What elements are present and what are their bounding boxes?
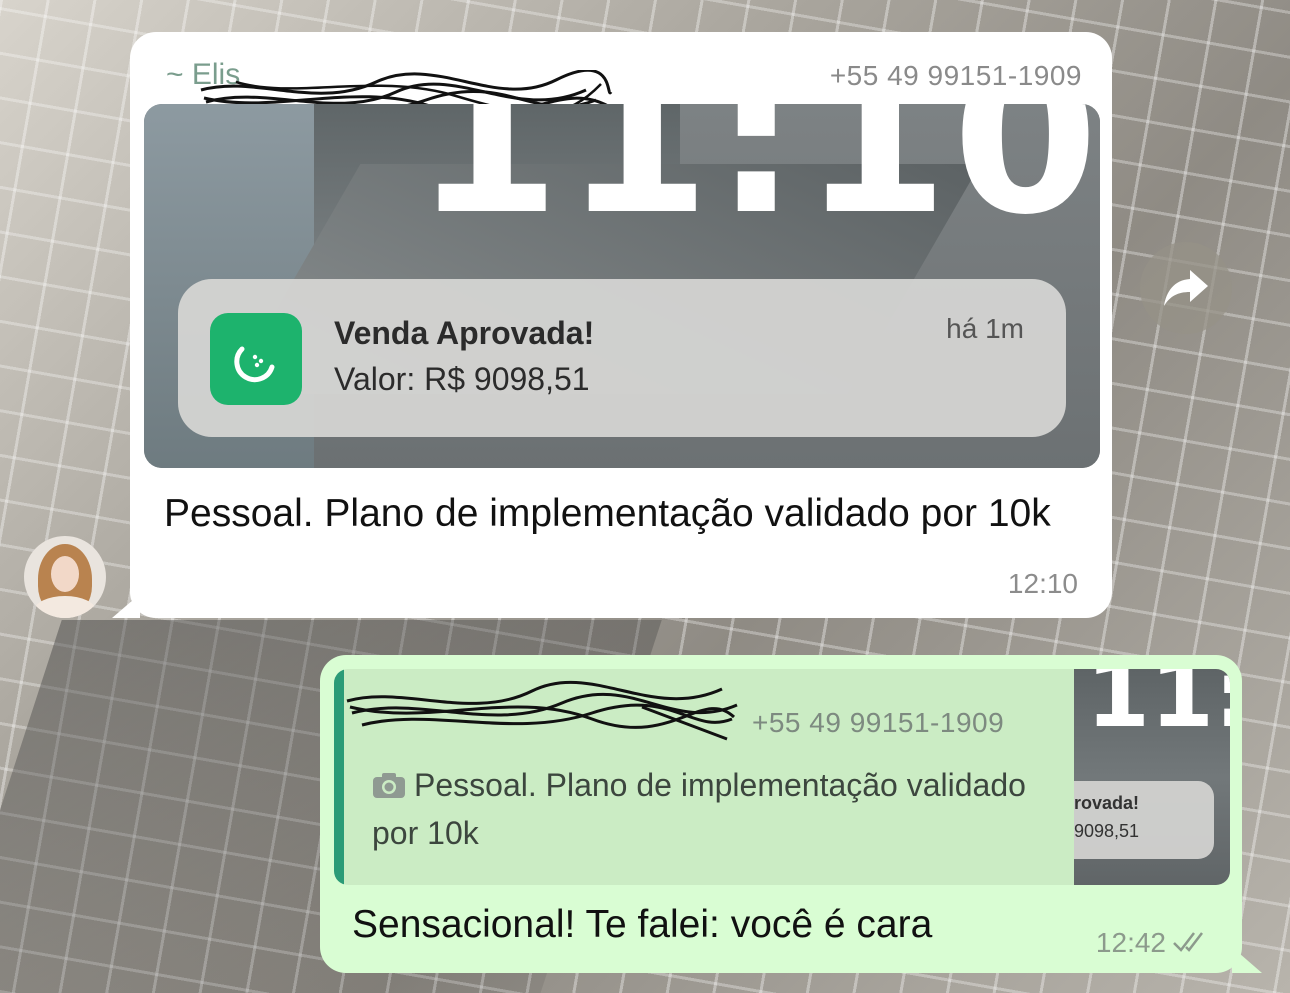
read-ticks-icon [1173, 932, 1203, 952]
sender-phone[interactable]: +55 49 99151-1909 [830, 60, 1082, 92]
sender-avatar[interactable] [24, 536, 106, 618]
thumbnail-line-1: rovada! [1074, 793, 1140, 813]
lockscreen-time: 11:10 [414, 104, 1100, 261]
quote-text: Pessoal. Plano de implementação validado… [372, 767, 1026, 851]
quoted-message[interactable]: +55 49 99151-1909 Pessoal. Plano de impl… [334, 669, 1230, 885]
thumbnail-notification: rovada! 9098,51 [1074, 781, 1214, 859]
incoming-message-time: 12:10 [1007, 568, 1078, 599]
media-image[interactable]: 11:10 Venda Aprovada! Valor: R$ 9098,51 … [144, 104, 1100, 468]
avatar-face [51, 556, 79, 592]
redaction-scribble [346, 680, 738, 741]
bubble-tail [112, 594, 140, 618]
bubble-tail [1232, 947, 1262, 973]
incoming-message-bubble[interactable]: ~ Elis +55 49 99151-1909 11:10 Venda Apr… [112, 32, 1112, 618]
forward-arrow-icon [1164, 270, 1208, 306]
green-app-icon [210, 313, 302, 405]
outgoing-message-time: 12:42 [1095, 927, 1166, 958]
camera-icon [373, 773, 405, 798]
quote-sender-phone: +55 49 99151-1909 [752, 707, 1005, 738]
notification-time: há 1m [946, 313, 1024, 344]
avatar-shoulders [34, 596, 96, 618]
incoming-message-text: Pessoal. Plano de implementação validado… [164, 492, 1051, 535]
sender-row: ~ Elis +55 49 99151-1909 [166, 56, 1082, 118]
quote-thumbnail: 11:1 rovada! 9098,51 [1074, 669, 1230, 885]
outgoing-message-bubble[interactable]: +55 49 99151-1909 Pessoal. Plano de impl… [320, 655, 1262, 973]
forward-button[interactable] [1140, 242, 1232, 334]
quote-text-block: Pessoal. Plano de implementação validado… [372, 761, 1052, 857]
thumbnail-time: 11:1 [1086, 669, 1230, 748]
notification-body: Valor: R$ 9098,51 [334, 361, 590, 397]
outgoing-message-text: Sensacional! Te falei: você é cara [352, 903, 933, 946]
sale-notification: Venda Aprovada! Valor: R$ 9098,51 há 1m [178, 279, 1066, 437]
notification-title: Venda Aprovada! [334, 315, 595, 351]
thumbnail-line-2: 9098,51 [1074, 821, 1140, 841]
